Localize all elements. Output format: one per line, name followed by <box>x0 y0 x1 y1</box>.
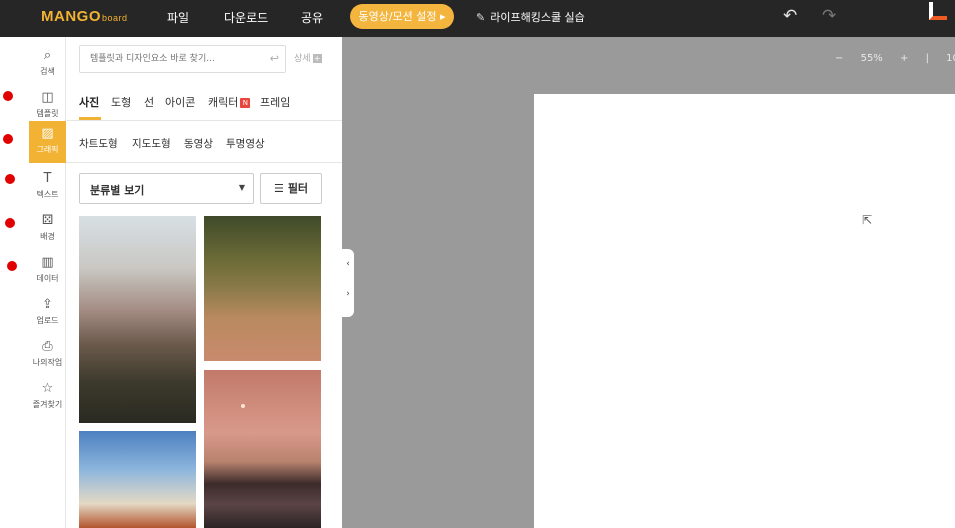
tab-line[interactable]: 선 <box>144 94 154 110</box>
filter-label: 필터 <box>287 182 309 195</box>
tab-frame[interactable]: 프레임 <box>260 94 290 110</box>
logo-text: MANGO <box>41 8 101 25</box>
my-work-icon: ⎙ <box>42 339 53 354</box>
red-marker <box>5 174 15 184</box>
rail-upload[interactable]: ⇪ 업로드 <box>29 292 66 334</box>
photo-thumbnail-lake[interactable] <box>204 370 321 528</box>
zoom-in-button[interactable]: + <box>900 53 908 64</box>
tab-character-label: 캐릭터 <box>208 96 239 109</box>
top-bar: MANGOboard 파일 다운로드 공유 동영상/모션 설정 ▸ ✎ 라이프해킹… <box>0 0 955 37</box>
rail-label: 업로드 <box>36 316 59 325</box>
red-marker <box>3 91 13 101</box>
chevron-left-icon[interactable]: ‹ <box>342 249 354 279</box>
red-marker <box>7 261 17 271</box>
star-icon: ☆ <box>41 381 54 396</box>
workspace: − 55% + | 108 <box>342 37 955 528</box>
red-marker <box>3 134 13 144</box>
category-tabs: 사진 도형 선 아이콘 캐릭터 N 프레임 <box>66 81 342 121</box>
rail-label: 그래픽 <box>36 145 59 154</box>
rail-label: 배경 <box>40 232 55 241</box>
pencil-icon: ✎ <box>476 11 486 24</box>
rail-data[interactable]: ▥ 데이터 <box>29 250 66 292</box>
tab-character[interactable]: 캐릭터 N <box>208 94 251 110</box>
search-box[interactable]: ↩ <box>79 45 286 73</box>
subtab-chart-shape[interactable]: 차트도형 <box>79 136 118 151</box>
tab-photo[interactable]: 사진 <box>79 94 99 110</box>
menu-download[interactable]: 다운로드 <box>224 9 268 26</box>
graphic-icon: ▨ <box>41 126 54 141</box>
tab-icon[interactable]: 아이콘 <box>165 94 195 110</box>
rail-my-work[interactable]: ⎙ 나의작업 <box>29 334 66 376</box>
graphic-panel: ↩ 상세+ 사진 도형 선 아이콘 캐릭터N 프레임 차트도형 지도도형 동영상… <box>66 37 342 528</box>
menu-file[interactable]: 파일 <box>167 9 189 26</box>
detail-search-button[interactable]: 상세 + <box>294 51 322 64</box>
motion-settings-button[interactable]: 동영상/모션 설정 ▸ <box>350 4 454 29</box>
photo-thumbnail-field[interactable] <box>204 216 321 361</box>
subtab-video[interactable]: 동영상 <box>184 136 213 151</box>
rail-text[interactable]: T 텍스트 <box>29 166 66 208</box>
mouse-cursor-icon: ⇱ <box>862 213 873 227</box>
logo-subtext: board <box>102 13 128 23</box>
document-title-text: 라이프해킹스쿨 실습 <box>490 11 585 24</box>
rail-graphic[interactable]: ▨ 그래픽 <box>29 121 66 163</box>
subtab-map-shape[interactable]: 지도도형 <box>132 136 171 151</box>
detail-label: 상세 <box>294 54 311 64</box>
sun-shape <box>241 404 245 408</box>
rail-label: 템플릿 <box>36 109 59 118</box>
zoom-out-button[interactable]: − <box>835 53 843 64</box>
sort-select[interactable]: 분류별 보기 ▼ <box>79 173 254 204</box>
zoom-extra[interactable]: 108 <box>946 53 955 64</box>
enter-icon[interactable]: ↩ <box>270 52 279 65</box>
sort-label: 분류별 보기 <box>90 184 145 197</box>
rail-search[interactable]: ⌕ 검색 <box>29 43 66 85</box>
redo-icon[interactable]: ↷ <box>822 6 836 26</box>
rail-favorites[interactable]: ☆ 즐겨찾기 <box>29 376 66 418</box>
rail-label: 나의작업 <box>32 358 63 367</box>
photo-thumbnail-cosmos[interactable] <box>79 216 196 423</box>
sub-tabs: 차트도형 지도도형 동영상 투명영상 <box>66 121 342 163</box>
chart-icon: ▥ <box>41 255 54 270</box>
rail-background[interactable]: ⚄ 배경 <box>29 208 66 250</box>
left-rail: ⌕ 검색 ◫ 템플릿 ▨ 그래픽 T 텍스트 ⚄ 배경 ▥ 데이터 ⇪ 업로드 … <box>29 37 66 528</box>
template-icon: ◫ <box>41 90 54 105</box>
panel-collapse-handle[interactable]: ‹ › <box>342 249 354 317</box>
rail-label: 텍스트 <box>36 190 59 199</box>
rail-label: 검색 <box>40 67 55 76</box>
mangoboard-logo[interactable]: MANGOboard <box>41 8 128 25</box>
new-badge-icon: N <box>240 98 251 108</box>
upload-icon: ⇪ <box>42 297 53 312</box>
rail-label: 즐겨찾기 <box>32 400 63 409</box>
caret-down-icon: ▼ <box>238 183 245 192</box>
rail-label: 데이터 <box>36 274 59 283</box>
menu-share[interactable]: 공유 <box>301 9 323 26</box>
undo-icon[interactable]: ↶ <box>783 6 797 26</box>
brand-mark-icon[interactable] <box>929 2 947 20</box>
design-canvas[interactable] <box>534 94 955 528</box>
plus-icon: + <box>312 54 322 63</box>
photo-thumbnail-sky[interactable] <box>79 431 196 528</box>
background-icon: ⚄ <box>41 213 54 228</box>
text-icon: T <box>43 171 52 186</box>
red-marker <box>5 218 15 228</box>
subtab-transparent-video[interactable]: 투명영상 <box>226 136 265 151</box>
zoom-value[interactable]: 55% <box>861 53 883 64</box>
search-icon: ⌕ <box>43 48 52 63</box>
chevron-right-icon[interactable]: › <box>342 279 354 309</box>
filter-button[interactable]: ☰ 필터 <box>260 173 322 204</box>
zoom-separator: | <box>925 53 929 64</box>
tab-shape[interactable]: 도형 <box>111 94 131 110</box>
document-title[interactable]: ✎ 라이프해킹스쿨 실습 <box>476 9 585 25</box>
zoom-controls: − 55% + | 108 <box>835 53 955 64</box>
active-tab-indicator <box>79 117 101 120</box>
search-input[interactable] <box>80 46 260 72</box>
sliders-icon: ☰ <box>273 182 284 195</box>
